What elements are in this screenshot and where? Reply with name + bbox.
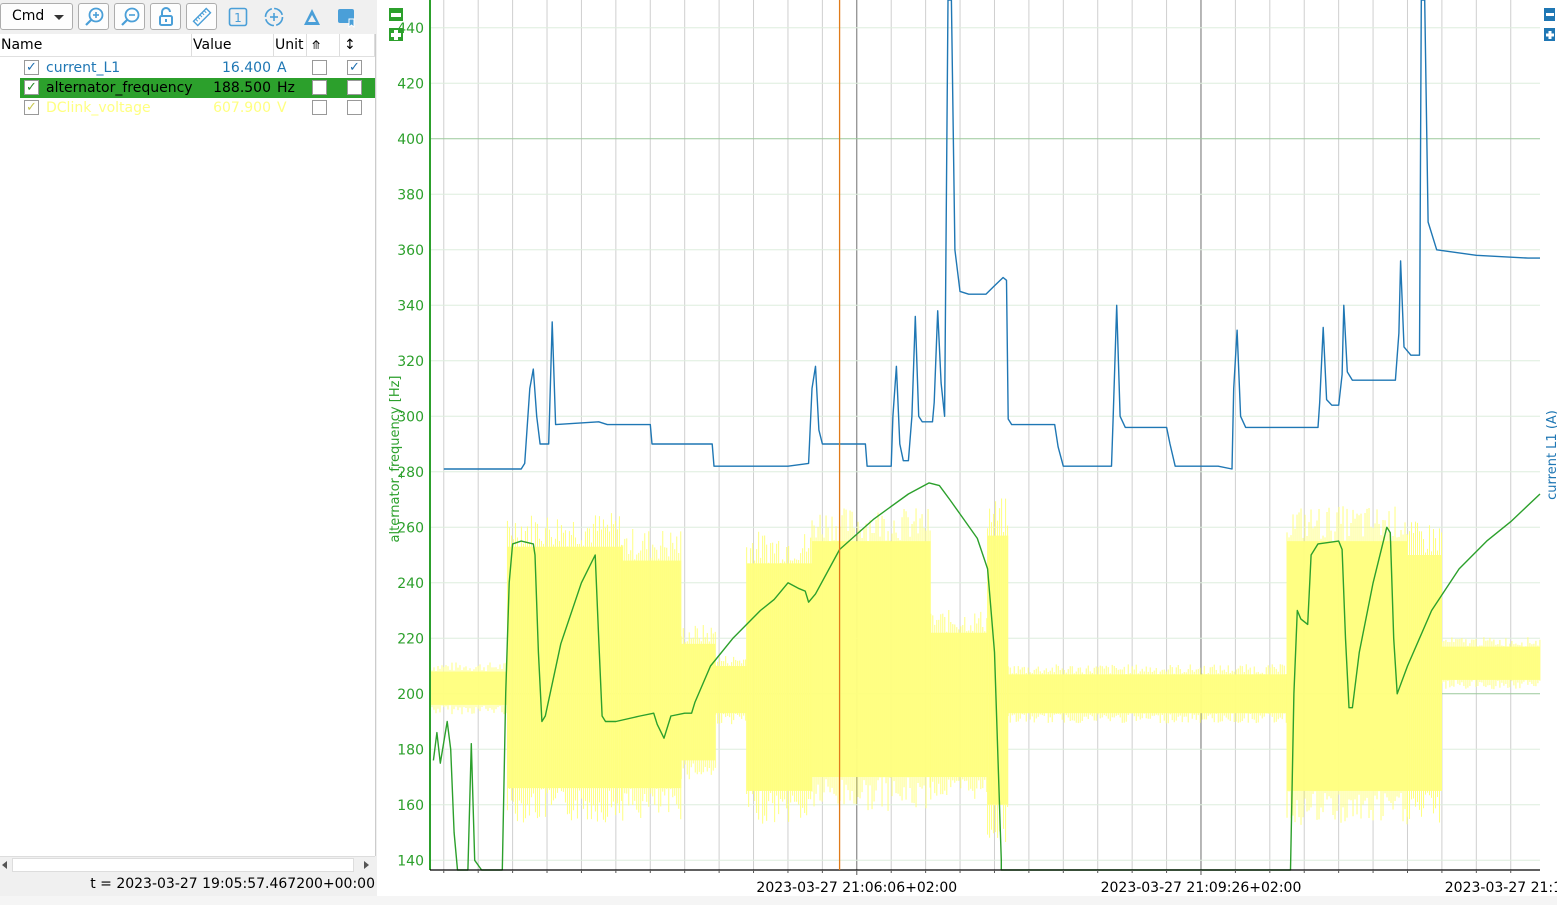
y-tick-label: 140 [397,853,424,869]
voltage-band [1407,555,1442,791]
x-tick-label: 2023-03-27 21:09:26+02:00 [1101,880,1302,896]
cursor-button[interactable] [260,3,288,30]
cursor-time-readout: t = 2023-03-27 19:05:57.467200+00:00 [90,876,375,892]
zoom-out-button[interactable] [114,3,145,30]
y-tick-label: 400 [397,132,424,148]
series-current-l1 [443,0,1540,470]
bottom-strip [0,896,1557,905]
minus-icon [1545,13,1554,16]
y-tick-label: 380 [397,187,424,203]
scrollbar-thumb[interactable] [12,858,354,872]
left-axis-zoom-out-button[interactable] [389,8,403,21]
signal-unit: Hz [277,80,295,96]
y-axis-label-right: current L1 (A) [1545,410,1557,500]
scroll-right-icon[interactable] [364,861,369,869]
zoom-out-icon [120,7,139,26]
right-axis-zoom-out-button[interactable] [1544,8,1555,21]
cmd-dropdown[interactable]: Cmd [0,3,73,30]
signal-name: current_L1 [46,60,121,76]
chevron-down-icon [54,15,64,20]
visible-checkbox[interactable]: ✓ [24,60,39,75]
scroll-left-icon[interactable] [2,861,7,869]
y-tick-label: 360 [397,243,424,259]
signal-unit: A [277,60,287,76]
voltage-band [1441,646,1540,680]
svg-text:1: 1 [234,11,242,25]
horizontal-scrollbar[interactable] [0,856,375,874]
bookmark-button[interactable] [332,3,360,30]
x-tick-label: 2023-03-27 21:12:46+02:00 [1445,880,1557,896]
column-header-scale[interactable]: ↕ [340,34,375,56]
column-header-name[interactable]: Name [0,34,192,56]
signal-row-dclink-voltage[interactable]: ✓ DClink_voltage 607.900 V [0,98,375,118]
signal-row-current-l1[interactable]: ✓ current_L1 16.400 A ✓ [0,58,375,78]
toolbar: Cmd 1 [0,0,377,34]
visible-checkbox[interactable]: ✓ [24,100,39,115]
current-l1-line [443,0,1540,470]
y-tick-label: 180 [397,742,424,758]
signal-table: Name Value Unit ⤊ ↕ ✓ current_L1 16.400 … [0,34,376,856]
scale-checkbox[interactable]: ✓ [347,60,362,75]
column-header-value[interactable]: Value [192,34,274,56]
right-axis-zoom-in-button[interactable] [1544,28,1555,41]
chart[interactable]: 1401601802002202402602803003203403603804… [378,0,1557,896]
signal-name: alternator_frequency [46,80,193,96]
voltage-band [681,643,716,761]
delta-button[interactable] [298,3,326,30]
pin-checkbox[interactable] [312,60,327,75]
x-tick-labels: 2023-03-27 21:06:06+02:00 2023-03-27 21:0… [756,880,1557,896]
crosshair-icon [264,7,284,26]
ruler-button[interactable] [186,3,217,30]
y-tick-label: 220 [397,631,424,647]
y-tick-label: 340 [397,298,424,314]
column-header-unit[interactable]: Unit [274,34,307,56]
signal-value: 188.500 [213,80,271,96]
scale-checkbox[interactable] [347,80,362,95]
minus-icon [391,12,401,17]
signal-value: 16.400 [222,60,271,76]
signal-panel: Cmd 1 Name Value Unit ⤊ ↕ ✓ current_L1 1… [0,0,377,905]
series-dclink-voltage [429,498,1541,843]
header-divider [0,56,375,57]
signal-name: DClink_voltage [46,100,151,116]
visible-checkbox[interactable]: ✓ [24,80,39,95]
plot-area[interactable]: 140 160 180 200 220 240 260 280 300 320 340 360 380 4… [378,0,1557,896]
unlock-button[interactable] [150,3,181,30]
ruler-icon [192,7,211,26]
signal-row-alternator-frequency[interactable]: ✓ alternator_frequency 188.500 Hz [0,78,375,98]
unlock-icon [158,6,173,26]
signal-value: 607.900 [213,100,271,116]
y-tick-label: 160 [397,798,424,814]
y-tick-label: 320 [397,354,424,370]
zoom-in-button[interactable] [78,3,109,30]
column-header-pin[interactable]: ⤊ [307,34,340,56]
plus-icon [1545,30,1554,39]
one-icon: 1 [228,7,248,26]
left-axis-zoom-in-button[interactable] [389,28,403,41]
single-axis-button[interactable]: 1 [224,3,252,30]
scale-checkbox[interactable] [347,100,362,115]
pin-checkbox[interactable] [312,80,327,95]
delta-icon [304,8,320,25]
x-tick-label: 2023-03-27 21:06:06+02:00 [756,880,957,896]
y-axis-label-left: alternator_frequency [Hz] [388,376,403,543]
y-tick-label: 240 [397,576,424,592]
zoom-in-icon [84,7,103,26]
bookmark-icon [338,8,355,28]
signal-unit: V [277,100,287,116]
y-tick-label: 200 [397,687,424,703]
pin-checkbox[interactable] [312,100,327,115]
cmd-label: Cmd [12,8,45,24]
plus-icon [391,29,401,40]
y-tick-label: 420 [397,76,424,92]
